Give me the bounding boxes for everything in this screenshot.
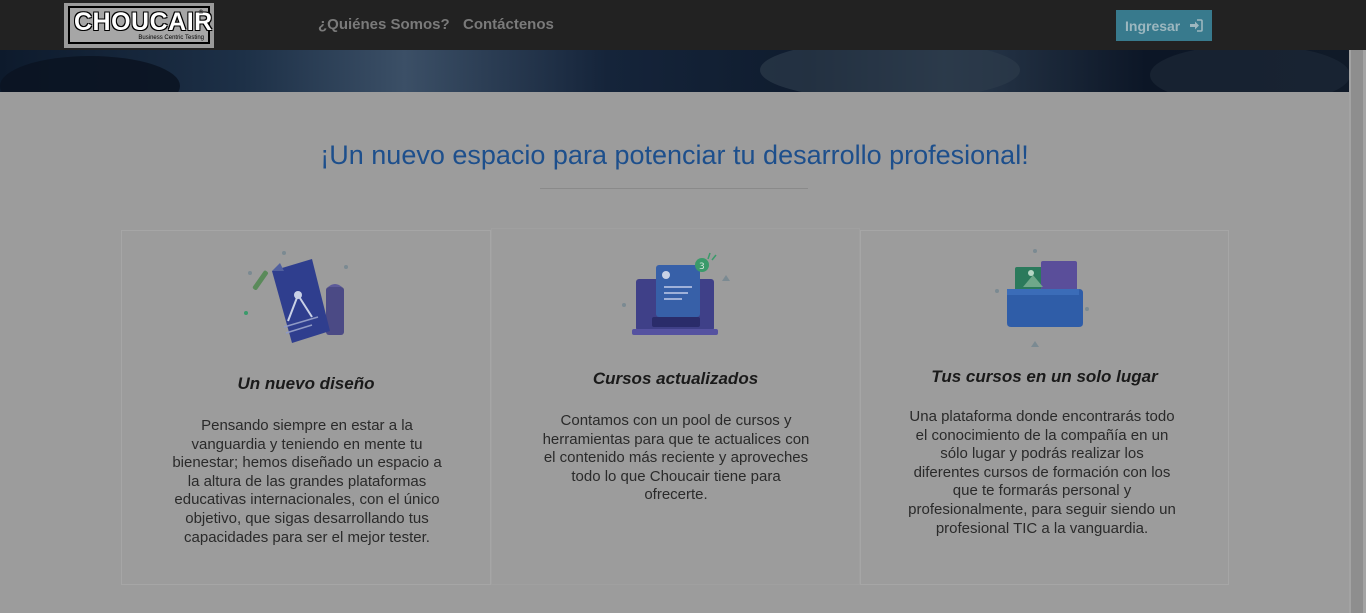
card-description: Una plataforma donde encontrarás todo el… <box>908 408 1176 537</box>
headline-divider <box>540 188 808 189</box>
card-title: Cursos actualizados <box>592 369 759 388</box>
card-title: Un nuevo diseño <box>237 374 375 393</box>
hero-shape <box>1150 50 1349 92</box>
card-description: Pensando siempre en estar a la vanguardi… <box>172 417 442 546</box>
choucair-logo[interactable]: CHOUCAIR ® Business Centric Testing <box>64 3 214 48</box>
folder-icon <box>995 249 1089 347</box>
sign-in-icon <box>1190 19 1203 32</box>
hero-shape <box>760 50 1020 92</box>
laptop-courses-icon: 3 <box>622 252 730 335</box>
page-headline: ¡Un nuevo espacio para potenciar tu desa… <box>320 140 1029 170</box>
svg-text:3: 3 <box>699 262 705 272</box>
card-title: Tus cursos en un solo lugar <box>931 367 1158 386</box>
design-compass-document-icon <box>244 251 348 343</box>
feature-card-updated-courses: 3 Cursos actualizados Contamos con un po… <box>491 228 860 585</box>
login-button[interactable]: Ingresar <box>1116 10 1212 41</box>
nav-link-quienes-somos[interactable]: ¿Quiénes Somos? <box>318 16 450 33</box>
card-description: Contamos con un pool de cursos y herrami… <box>542 412 810 504</box>
logo-frame: CHOUCAIR ® Business Centric Testing <box>68 6 213 44</box>
top-navbar: CHOUCAIR ® Business Centric Testing ¿Qui… <box>0 0 1366 50</box>
logo-brand: CHOUCAIR <box>74 8 213 36</box>
feature-card-new-design: Un nuevo diseño Pensando siempre en esta… <box>121 230 491 585</box>
nav-link-contactenos[interactable]: Contáctenos <box>463 16 554 33</box>
login-button-label: Ingresar <box>1125 18 1181 34</box>
logo-registered-mark: ® <box>198 9 204 16</box>
hero-shape <box>0 56 180 92</box>
logo-tagline: Business Centric Testing <box>138 35 204 41</box>
feature-card-courses-in-one-place: Tus cursos en un solo lugar Una platafor… <box>860 230 1229 585</box>
scrollbar-thumb[interactable] <box>1351 50 1363 613</box>
logo-underline <box>134 43 206 44</box>
hero-banner-image <box>0 50 1349 92</box>
